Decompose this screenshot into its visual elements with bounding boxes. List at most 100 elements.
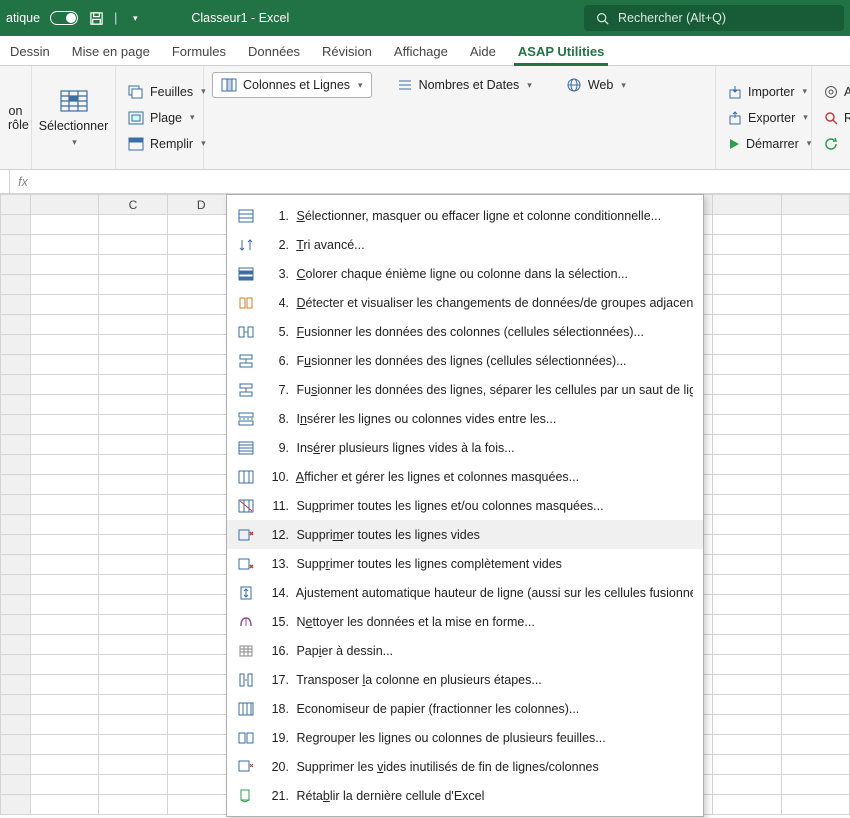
- cell[interactable]: [31, 215, 99, 235]
- cell[interactable]: [99, 615, 167, 635]
- menu-item-17[interactable]: 17. Transposer la colonne en plusieurs é…: [227, 665, 703, 694]
- cell[interactable]: [31, 355, 99, 375]
- tab-données[interactable]: Données: [244, 38, 304, 65]
- cell[interactable]: [713, 495, 781, 515]
- settings-button[interactable]: A: [820, 81, 842, 103]
- row-header[interactable]: [1, 495, 31, 515]
- row-header[interactable]: [1, 335, 31, 355]
- cell[interactable]: [781, 635, 849, 655]
- cell[interactable]: [781, 755, 849, 775]
- row-header[interactable]: [1, 395, 31, 415]
- row-header[interactable]: [1, 775, 31, 795]
- row-header[interactable]: [1, 555, 31, 575]
- cell[interactable]: [713, 455, 781, 475]
- cell[interactable]: [781, 215, 849, 235]
- cell[interactable]: [713, 575, 781, 595]
- cell[interactable]: [31, 735, 99, 755]
- cell[interactable]: [99, 735, 167, 755]
- cell[interactable]: [713, 435, 781, 455]
- cell[interactable]: [781, 535, 849, 555]
- cell[interactable]: [713, 315, 781, 335]
- tab-formules[interactable]: Formules: [168, 38, 230, 65]
- cell[interactable]: [713, 335, 781, 355]
- colonnes-lignes-button[interactable]: Colonnes et Lignes▾: [212, 72, 372, 98]
- cell[interactable]: [781, 595, 849, 615]
- cell[interactable]: [99, 635, 167, 655]
- cell[interactable]: [781, 295, 849, 315]
- menu-item-9[interactable]: 9. Insérer plusieurs lignes vides à la f…: [227, 433, 703, 462]
- cell[interactable]: [713, 755, 781, 775]
- row-header[interactable]: [1, 535, 31, 555]
- refresh-button[interactable]: [820, 133, 842, 155]
- cell[interactable]: [713, 555, 781, 575]
- cell[interactable]: [781, 455, 849, 475]
- column-header[interactable]: [31, 195, 99, 215]
- cell[interactable]: [99, 235, 167, 255]
- row-header[interactable]: [1, 795, 31, 815]
- remplir-button[interactable]: Remplir▾: [124, 133, 195, 155]
- cell[interactable]: [713, 655, 781, 675]
- cell[interactable]: [31, 675, 99, 695]
- cell[interactable]: [713, 235, 781, 255]
- row-header[interactable]: [1, 715, 31, 735]
- cell[interactable]: [99, 655, 167, 675]
- cell[interactable]: [781, 375, 849, 395]
- row-header[interactable]: [1, 215, 31, 235]
- cell[interactable]: [31, 395, 99, 415]
- cell[interactable]: [781, 255, 849, 275]
- menu-item-19[interactable]: 19. Regrouper les lignes ou colonnes de …: [227, 723, 703, 752]
- cell[interactable]: [31, 535, 99, 555]
- find-button[interactable]: R: [820, 107, 842, 129]
- formula-input[interactable]: [36, 173, 850, 191]
- cell[interactable]: [31, 255, 99, 275]
- cell[interactable]: [31, 495, 99, 515]
- cell[interactable]: [781, 515, 849, 535]
- cell[interactable]: [99, 475, 167, 495]
- cell[interactable]: [31, 615, 99, 635]
- cell[interactable]: [713, 635, 781, 655]
- cell[interactable]: [99, 355, 167, 375]
- cell[interactable]: [781, 615, 849, 635]
- qat-customize-icon[interactable]: ▾: [127, 10, 143, 26]
- cell[interactable]: [31, 795, 99, 815]
- cell[interactable]: [713, 775, 781, 795]
- cell[interactable]: [713, 475, 781, 495]
- cell[interactable]: [713, 675, 781, 695]
- row-header[interactable]: [1, 475, 31, 495]
- cell[interactable]: [31, 715, 99, 735]
- cell[interactable]: [713, 395, 781, 415]
- menu-item-11[interactable]: 11. Supprimer toutes les lignes et/ou co…: [227, 491, 703, 520]
- demarrer-button[interactable]: Démarrer▾: [724, 133, 803, 155]
- row-header[interactable]: [1, 675, 31, 695]
- cell[interactable]: [713, 735, 781, 755]
- cell[interactable]: [713, 615, 781, 635]
- tab-révision[interactable]: Révision: [318, 38, 376, 65]
- cell[interactable]: [713, 795, 781, 815]
- cell[interactable]: [99, 255, 167, 275]
- cell[interactable]: [31, 415, 99, 435]
- cell[interactable]: [99, 595, 167, 615]
- row-header[interactable]: [1, 235, 31, 255]
- cell[interactable]: [781, 495, 849, 515]
- row-header[interactable]: [1, 635, 31, 655]
- cell[interactable]: [713, 375, 781, 395]
- cell[interactable]: [713, 595, 781, 615]
- importer-button[interactable]: Importer▾: [724, 81, 803, 103]
- cell[interactable]: [31, 555, 99, 575]
- cell[interactable]: [99, 435, 167, 455]
- cell[interactable]: [781, 695, 849, 715]
- cell[interactable]: [99, 275, 167, 295]
- cell[interactable]: [781, 575, 849, 595]
- cell[interactable]: [31, 435, 99, 455]
- menu-item-12[interactable]: 12. Supprimer toutes les lignes vides: [227, 520, 703, 549]
- cell[interactable]: [99, 535, 167, 555]
- cell[interactable]: [31, 455, 99, 475]
- cell[interactable]: [31, 335, 99, 355]
- cell[interactable]: [99, 395, 167, 415]
- cell[interactable]: [713, 215, 781, 235]
- cell[interactable]: [781, 315, 849, 335]
- cell[interactable]: [31, 755, 99, 775]
- cell[interactable]: [781, 275, 849, 295]
- cell[interactable]: [99, 575, 167, 595]
- row-header[interactable]: [1, 655, 31, 675]
